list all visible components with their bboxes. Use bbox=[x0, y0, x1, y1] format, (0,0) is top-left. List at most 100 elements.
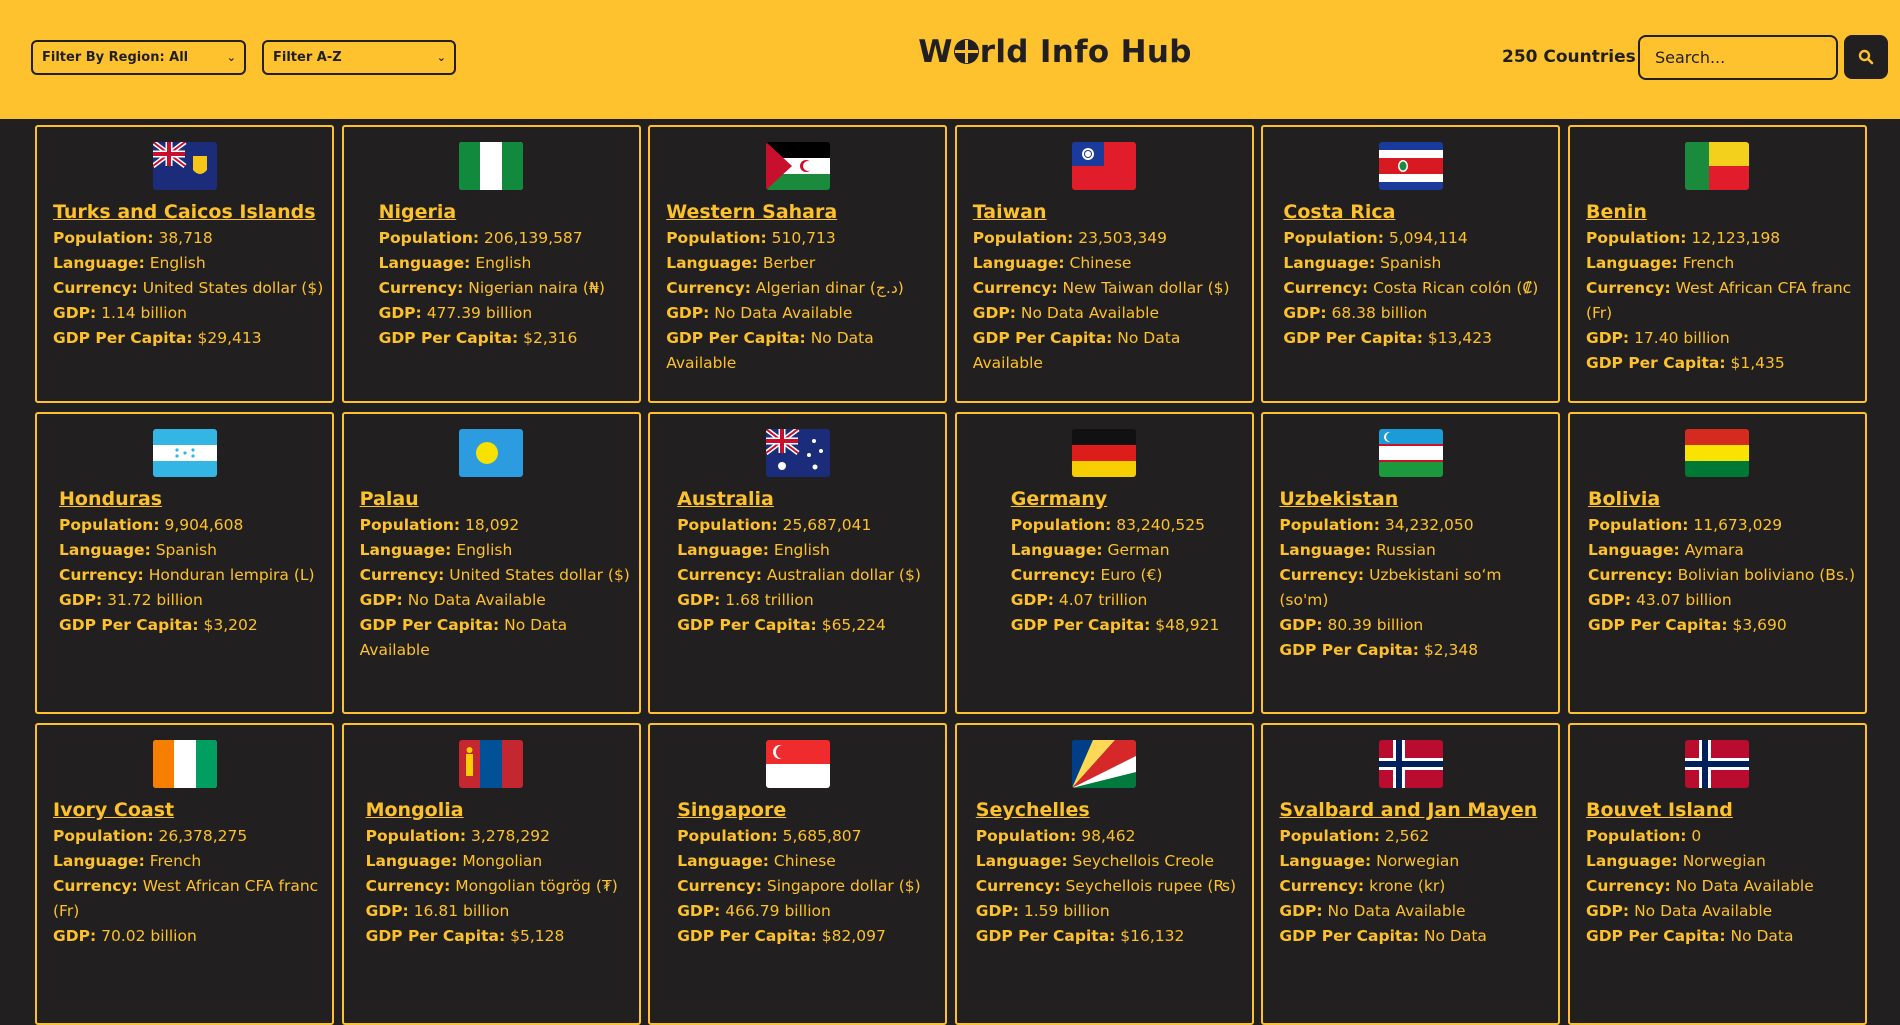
country-currency-row: Currency: No Data Available bbox=[1586, 874, 1857, 899]
country-card: Mongolia Population: 3,278,292 Language: M… bbox=[341, 723, 641, 1025]
field-value: No Data Available bbox=[1634, 902, 1773, 920]
field-label: GDP: bbox=[53, 927, 97, 945]
country-population-row: Population: 5,685,807 bbox=[677, 824, 937, 849]
singapore-flag bbox=[765, 740, 830, 788]
country-gdp-row: GDP: 80.39 billion bbox=[1279, 613, 1550, 638]
search-placeholder: Search... bbox=[1655, 48, 1726, 67]
field-label: Language: bbox=[975, 852, 1068, 870]
field-value: $3,202 bbox=[203, 616, 258, 634]
country-language-row: Language: Spanish bbox=[59, 538, 324, 563]
field-label: Currency: bbox=[1585, 877, 1671, 895]
honduras-flag bbox=[152, 429, 217, 477]
field-value: $65,224 bbox=[821, 616, 886, 634]
country-language-row: Language: German bbox=[1011, 538, 1244, 563]
field-value: 43.07 billion bbox=[1636, 591, 1732, 609]
field-label: Language: bbox=[53, 852, 145, 870]
australia-flag bbox=[765, 429, 830, 477]
field-label: Currency: bbox=[677, 566, 762, 584]
field-value: 510,713 bbox=[771, 229, 836, 247]
field-value: French bbox=[149, 852, 202, 870]
field-value: No Data Available bbox=[714, 304, 853, 322]
country-name-link[interactable]: Nigeria bbox=[379, 198, 631, 226]
palau-flag bbox=[459, 429, 524, 477]
field-label: GDP Per Capita: bbox=[1283, 329, 1423, 347]
country-name-link[interactable]: Honduras bbox=[59, 485, 324, 513]
country-name-link[interactable]: Seychelles bbox=[976, 796, 1244, 824]
country-name-link[interactable]: Bolivia bbox=[1588, 485, 1857, 513]
country-currency-row: Currency: Algerian dinar (د.ج) bbox=[666, 276, 937, 301]
field-label: Currency: bbox=[975, 877, 1061, 895]
field-label: Currency: bbox=[972, 279, 1058, 297]
field-label: Language: bbox=[666, 254, 758, 272]
field-value: 5,094,114 bbox=[1388, 229, 1468, 247]
field-value: 12,123,198 bbox=[1691, 229, 1781, 247]
country-gdp-row: GDP: 43.07 billion bbox=[1588, 588, 1857, 613]
field-label: GDP: bbox=[378, 304, 422, 322]
country-population-row: Population: 11,673,029 bbox=[1588, 513, 1857, 538]
germany-flag bbox=[1072, 429, 1137, 477]
field-value: 25,687,041 bbox=[782, 516, 872, 534]
field-label: GDP Per Capita: bbox=[1585, 927, 1726, 945]
field-label: Language: bbox=[59, 541, 151, 559]
country-name-link[interactable]: Australia bbox=[677, 485, 937, 513]
country-name-link[interactable]: Benin bbox=[1586, 198, 1857, 226]
field-label: GDP Per Capita: bbox=[975, 927, 1116, 945]
field-label: Language: bbox=[1587, 541, 1680, 559]
country-name-link[interactable]: Bouvet Island bbox=[1586, 796, 1857, 824]
country-gdp-row: GDP: 16.81 billion bbox=[366, 899, 631, 924]
field-label: GDP Per Capita: bbox=[1585, 354, 1726, 372]
country-currency-row: Currency: West African CFA franc (Fr) bbox=[1586, 276, 1857, 326]
uzbekistan-flag bbox=[1378, 429, 1443, 477]
field-value: No Data Available bbox=[1327, 902, 1466, 920]
country-name-link[interactable]: Svalbard and Jan Mayen bbox=[1279, 796, 1550, 824]
country-name-link[interactable]: Ivory Coast bbox=[53, 796, 324, 824]
country-currency-row: Currency: West African CFA franc (Fr) bbox=[53, 874, 324, 924]
country-gdp-per-capita-row: GDP Per Capita: No Data bbox=[1586, 924, 1857, 949]
field-value: 1.14 billion bbox=[101, 304, 187, 322]
nigeria-flag bbox=[459, 142, 524, 190]
country-population-row: Population: 18,092 bbox=[360, 513, 631, 538]
field-value: Algerian dinar (د.ج) bbox=[755, 279, 904, 297]
country-name-link[interactable]: Germany bbox=[1011, 485, 1244, 513]
country-name-link[interactable]: Uzbekistan bbox=[1279, 485, 1550, 513]
field-label: Language: bbox=[1585, 852, 1678, 870]
field-label: Population: bbox=[53, 229, 154, 247]
field-value: Seychellois rupee (₨) bbox=[1065, 877, 1237, 895]
field-label: GDP: bbox=[359, 591, 403, 609]
field-label: GDP Per Capita: bbox=[972, 329, 1113, 347]
field-value: Aymara bbox=[1684, 541, 1744, 559]
field-value: Mongolian bbox=[462, 852, 543, 870]
country-name-link[interactable]: Costa Rica bbox=[1283, 198, 1550, 226]
country-name-link[interactable]: Western Sahara bbox=[666, 198, 937, 226]
country-name-link[interactable]: Palau bbox=[360, 485, 631, 513]
country-currency-row: Currency: Mongolian tögrög (₮) bbox=[366, 874, 631, 899]
country-name-link[interactable]: Singapore bbox=[677, 796, 937, 824]
field-label: Language: bbox=[972, 254, 1065, 272]
field-label: GDP: bbox=[677, 591, 721, 609]
field-value: English bbox=[773, 541, 830, 559]
field-label: Currency: bbox=[1279, 566, 1365, 584]
country-gdp-row: GDP: No Data Available bbox=[1279, 899, 1550, 924]
field-label: Population: bbox=[1279, 516, 1380, 534]
field-label: GDP Per Capita: bbox=[666, 329, 806, 347]
country-population-row: Population: 26,378,275 bbox=[53, 824, 324, 849]
field-value: 31.72 billion bbox=[107, 591, 203, 609]
country-name-link[interactable]: Taiwan bbox=[973, 198, 1244, 226]
country-name-link[interactable]: Mongolia bbox=[366, 796, 631, 824]
search-input[interactable]: Search... bbox=[1638, 35, 1838, 80]
costa-rica-flag bbox=[1378, 142, 1443, 190]
field-value: Berber bbox=[762, 254, 816, 272]
field-label: Population: bbox=[666, 229, 767, 247]
field-value: 18,092 bbox=[465, 516, 520, 534]
field-value: German bbox=[1107, 541, 1170, 559]
country-card: Honduras Population: 9,904,608 Language: S… bbox=[35, 412, 334, 714]
field-value: $2,316 bbox=[523, 329, 578, 347]
country-name-link[interactable]: Turks and Caicos Islands bbox=[53, 198, 324, 226]
search-button[interactable] bbox=[1844, 35, 1888, 79]
field-value: 68.38 billion bbox=[1331, 304, 1428, 322]
field-label: GDP Per Capita: bbox=[378, 329, 519, 347]
field-label: Currency: bbox=[53, 877, 138, 895]
field-value: 34,232,050 bbox=[1384, 516, 1474, 534]
field-value: Euro (€) bbox=[1100, 566, 1163, 584]
country-gdp-row: GDP: No Data Available bbox=[973, 301, 1244, 326]
